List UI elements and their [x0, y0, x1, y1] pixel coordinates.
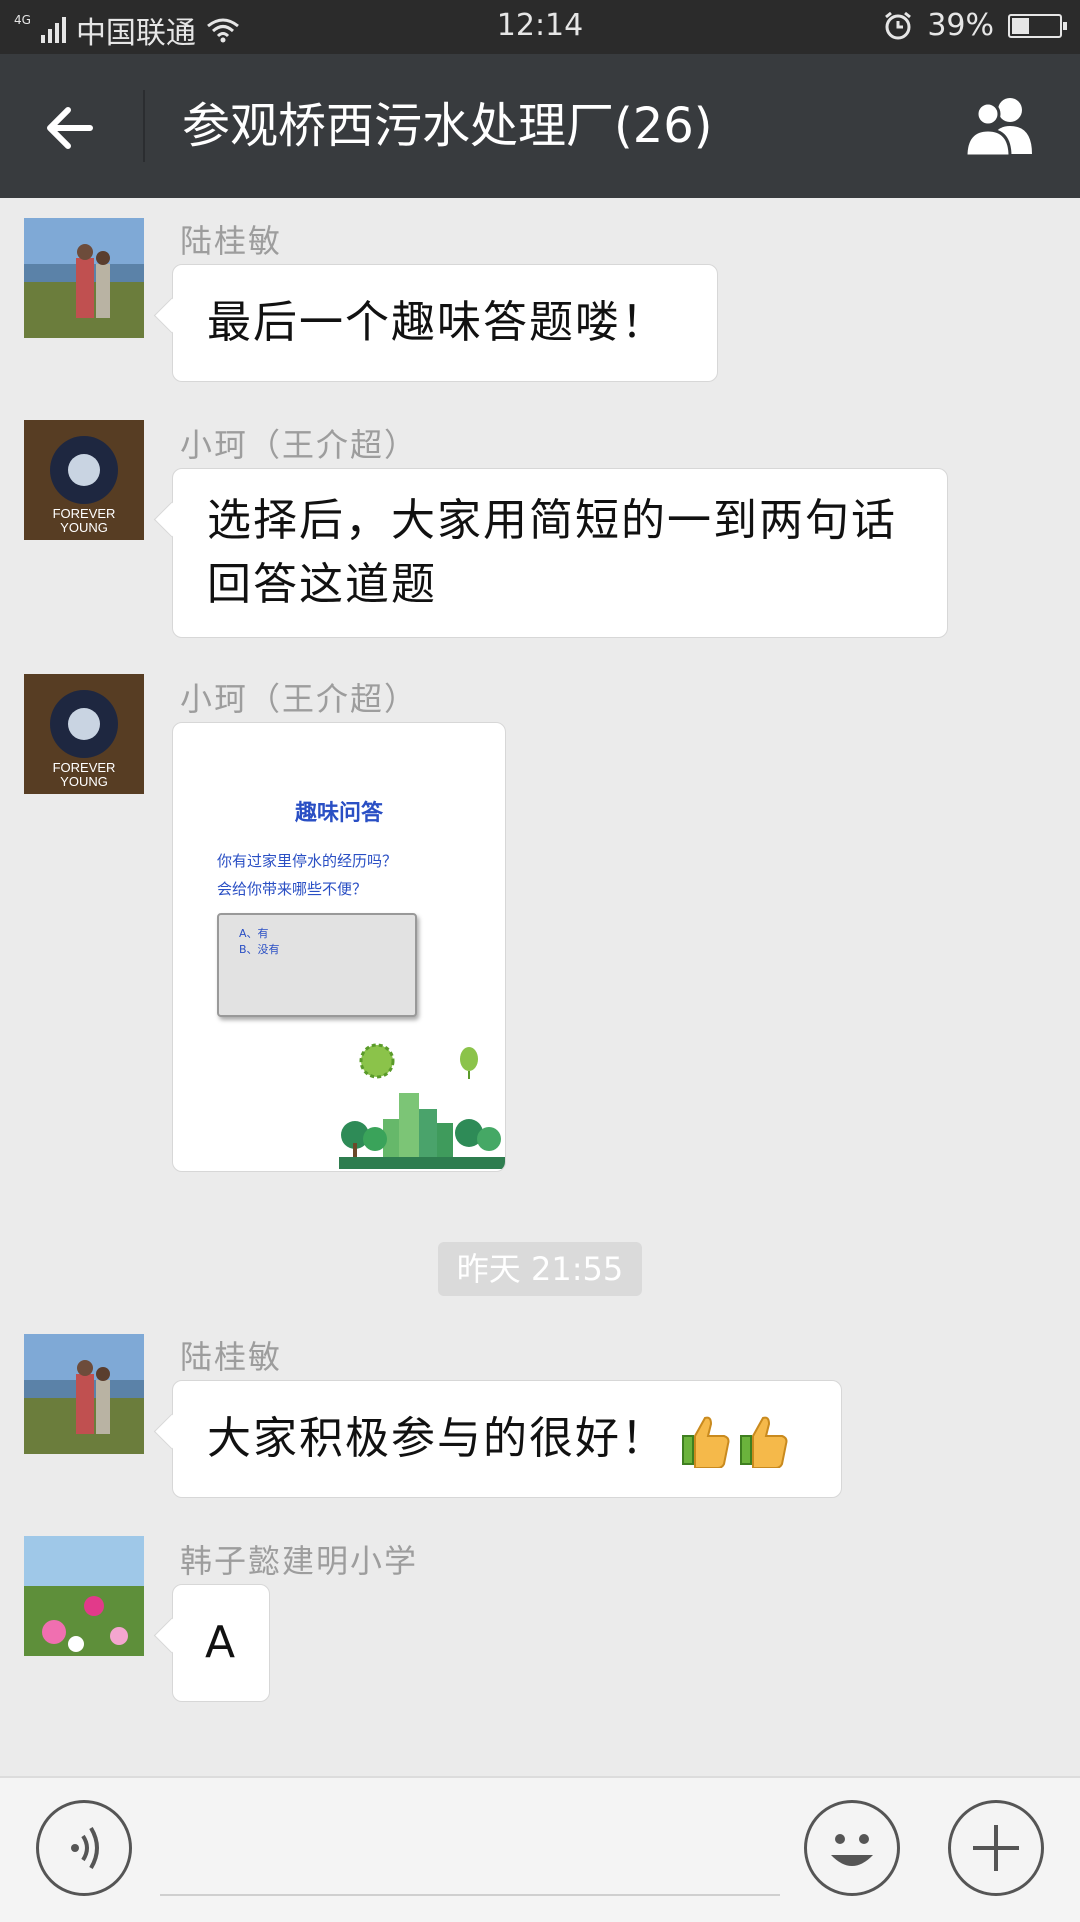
avatar-photo: FOREVER YOUNG	[24, 420, 144, 540]
quiz-option: B、没有	[239, 943, 280, 956]
message-text-line: 选择后，大家用简短的一到两句话	[207, 495, 897, 546]
sender-name: 陆桂敏	[180, 1338, 283, 1376]
image-message[interactable]: 趣味问答 你有过家里停水的经历吗？ 会给你带来哪些不便？ A、有 B、没有	[172, 722, 506, 1172]
status-bar: 4G 中国联通 12:14 39%	[0, 0, 1080, 54]
avatar-han-ziyi[interactable]	[24, 1536, 144, 1656]
header-divider	[143, 90, 145, 162]
timestamp-divider: 昨天 21:55	[438, 1242, 642, 1296]
emoji-button[interactable]	[804, 1800, 900, 1896]
plus-icon	[973, 1825, 1019, 1871]
svg-text:FOREVER: FOREVER	[53, 760, 116, 775]
sender-name: 小珂（王介超）	[180, 680, 419, 718]
svg-text:FOREVER: FOREVER	[53, 506, 116, 521]
message-bubble[interactable]: 最后一个趣味答题喽！	[172, 264, 718, 382]
message-text: A	[204, 1617, 238, 1668]
avatar-photo	[24, 218, 144, 338]
thumbs-up-emoji-icon	[682, 1416, 788, 1468]
smiley-icon	[831, 1834, 873, 1866]
message-text: 大家积极参与的很好！	[207, 1413, 667, 1464]
status-right: 39%	[883, 8, 1067, 43]
battery-icon	[1008, 13, 1067, 38]
message-bubble[interactable]: 选择后，大家用简短的一到两句话 回答这道题	[172, 468, 948, 638]
avatar-xiaoke[interactable]: FOREVER YOUNG	[24, 674, 144, 794]
input-bar	[0, 1776, 1080, 1922]
message-text-line: 回答这道题	[207, 559, 437, 610]
sender-name: 韩子懿建明小学	[180, 1542, 419, 1580]
battery-percent: 39%	[927, 8, 994, 43]
avatar-photo: FOREVER YOUNG	[24, 674, 144, 794]
chat-title: 参观桥西污水处理厂(26)	[182, 98, 713, 154]
avatar-photo	[24, 1334, 144, 1454]
quiz-question-line: 你有过家里停水的经历吗？	[217, 852, 398, 870]
voice-icon	[71, 1826, 99, 1870]
avatar-lu-guimin[interactable]	[24, 218, 144, 338]
message-text: 最后一个趣味答题喽！	[207, 297, 667, 348]
green-city-illustration	[339, 1043, 505, 1169]
alarm-icon	[885, 11, 912, 39]
quiz-title: 趣味问答	[294, 801, 383, 826]
sender-name: 陆桂敏	[180, 222, 283, 260]
quiz-question: 你有过家里停水的经历吗？ 会给你带来哪些不便？	[217, 847, 397, 903]
message-bubble[interactable]: A	[172, 1584, 270, 1702]
quiz-option: A、有	[239, 927, 269, 940]
message-bubble[interactable]: 大家积极参与的很好！	[172, 1380, 842, 1498]
chat-header: 参观桥西污水处理厂(26)	[0, 54, 1080, 198]
voice-input-button[interactable]	[36, 1800, 132, 1896]
svg-text:YOUNG: YOUNG	[60, 520, 108, 535]
back-arrow-icon[interactable]	[40, 98, 100, 158]
quiz-question-line: 会给你带来哪些不便？	[217, 880, 368, 898]
message-input[interactable]	[160, 1894, 780, 1896]
avatar-photo	[24, 1536, 144, 1656]
sender-name: 小珂（王介超）	[180, 426, 419, 464]
avatar-lu-guimin[interactable]	[24, 1334, 144, 1454]
more-options-button[interactable]	[948, 1800, 1044, 1896]
svg-text:YOUNG: YOUNG	[60, 774, 108, 789]
quiz-options-box: A、有 B、没有	[217, 913, 417, 1017]
avatar-xiaoke[interactable]: FOREVER YOUNG	[24, 420, 144, 540]
group-members-icon[interactable]	[960, 94, 1040, 158]
